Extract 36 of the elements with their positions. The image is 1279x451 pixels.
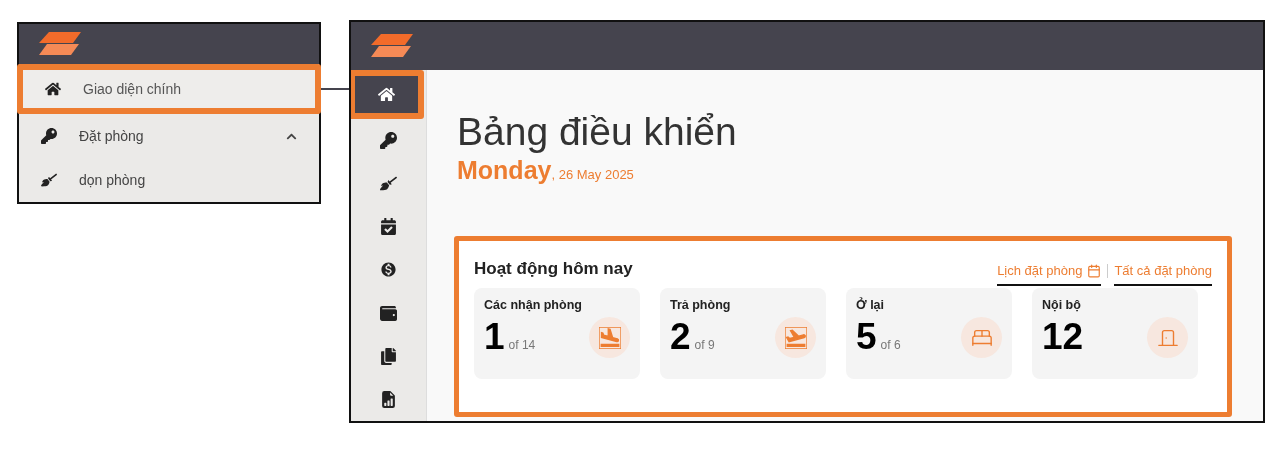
- calendar-icon: [380, 218, 397, 236]
- key-icon: [380, 131, 397, 149]
- menu-item[interactable]: Giao diện chính: [17, 64, 321, 114]
- coin-icon: [380, 261, 397, 279]
- home-icon: [378, 85, 395, 103]
- section-title: Hoạt động hôm nay: [474, 259, 633, 279]
- connector-line: [321, 88, 349, 90]
- stat-value: 5: [856, 318, 877, 355]
- stat-total: of 6: [880, 338, 901, 352]
- broom-icon: [380, 175, 397, 192]
- sidebar-item[interactable]: [351, 70, 424, 119]
- stat-label: Ở lại: [856, 298, 886, 312]
- broom-icon: [41, 172, 57, 188]
- home-icon: [45, 81, 61, 97]
- plane-landing-icon: [598, 326, 621, 349]
- stat-label: Nội bộ: [1042, 298, 1082, 312]
- stat-value: 1: [484, 318, 505, 355]
- menu-item[interactable]: dọn phòng: [19, 158, 319, 202]
- menu-item[interactable]: Đặt phòng: [19, 114, 319, 158]
- copy-icon: [380, 347, 397, 365]
- stat-total: of 9: [694, 338, 715, 352]
- stat-label: Các nhận phòng: [484, 298, 583, 312]
- stat-total: of 14: [508, 338, 536, 352]
- calendar-icon: [1087, 263, 1102, 278]
- key-icon: [41, 128, 57, 144]
- stat-label: Trả phòng: [670, 298, 732, 312]
- stat-value: 12: [1042, 318, 1084, 355]
- date: , 26 May 2025: [551, 167, 634, 182]
- stat-value: 2: [670, 318, 691, 355]
- plane-takeoff-icon: [784, 326, 807, 349]
- weekday: Monday: [457, 156, 552, 185]
- wallet-icon: [380, 304, 397, 322]
- report-icon: [380, 390, 397, 408]
- page-title: Bảng điều khiển: [457, 110, 738, 154]
- logo-icon: [39, 32, 81, 56]
- logo-icon: [371, 34, 413, 58]
